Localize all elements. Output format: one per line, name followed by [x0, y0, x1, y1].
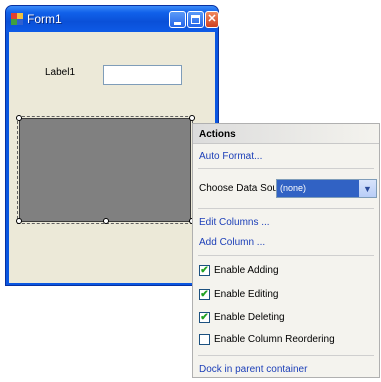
minimize-button[interactable]	[169, 11, 186, 28]
checkbox-label: Enable Deleting	[214, 312, 285, 323]
datagridview[interactable]	[17, 116, 193, 224]
auto-format-link[interactable]: Auto Format...	[199, 151, 262, 162]
checkbox-label: Enable Editing	[214, 289, 279, 300]
checkbox-checked-icon: ✔	[199, 264, 210, 276]
add-column-link[interactable]: Add Column ...	[199, 237, 265, 248]
edit-columns-link[interactable]: Edit Columns ...	[199, 217, 270, 228]
separator	[198, 208, 374, 209]
resize-handle-top-left[interactable]	[16, 115, 22, 121]
separator	[198, 168, 374, 169]
enable-deleting-checkbox[interactable]: ✔ Enable Deleting	[199, 312, 285, 323]
checkbox-checked-icon: ✔	[199, 311, 210, 323]
enable-adding-checkbox[interactable]: ✔ Enable Adding	[199, 265, 279, 276]
maximize-icon	[191, 15, 200, 24]
checkbox-unchecked-icon	[199, 334, 210, 345]
separator	[198, 355, 374, 356]
dock-in-parent-container-link[interactable]: Dock in parent container	[199, 364, 307, 375]
window-title: Form1	[27, 12, 62, 26]
separator	[198, 255, 374, 256]
minimize-icon	[174, 21, 181, 25]
title-bar[interactable]: Form1 ✕	[6, 6, 219, 32]
enable-column-reordering-checkbox[interactable]: Enable Column Reordering	[199, 334, 335, 345]
actions-header: Actions	[193, 124, 379, 144]
actions-panel: Actions Auto Format... Choose Data Sourc…	[192, 123, 380, 378]
resize-handle-top-right[interactable]	[189, 115, 195, 121]
resize-handle-bottom[interactable]	[103, 218, 109, 224]
form-client-area: Label1 ▸	[9, 32, 215, 283]
close-button[interactable]: ✕	[205, 11, 219, 28]
app-icon	[11, 13, 23, 25]
checkbox-checked-icon: ✔	[199, 288, 210, 300]
enable-editing-checkbox[interactable]: ✔ Enable Editing	[199, 289, 279, 300]
close-icon: ✕	[207, 13, 217, 25]
resize-handle-bottom-left[interactable]	[16, 218, 22, 224]
form1-window: Form1 ✕ Label1 ▸	[5, 5, 219, 286]
label1: Label1	[45, 67, 76, 78]
data-source-value: (none)	[277, 180, 359, 197]
maximize-button[interactable]	[187, 11, 204, 28]
checkbox-label: Enable Adding	[214, 265, 279, 276]
data-source-dropdown[interactable]: (none) ▼	[276, 179, 377, 198]
checkbox-label: Enable Column Reordering	[214, 334, 335, 345]
textbox1[interactable]	[103, 65, 182, 85]
chevron-down-icon[interactable]: ▼	[359, 180, 376, 197]
